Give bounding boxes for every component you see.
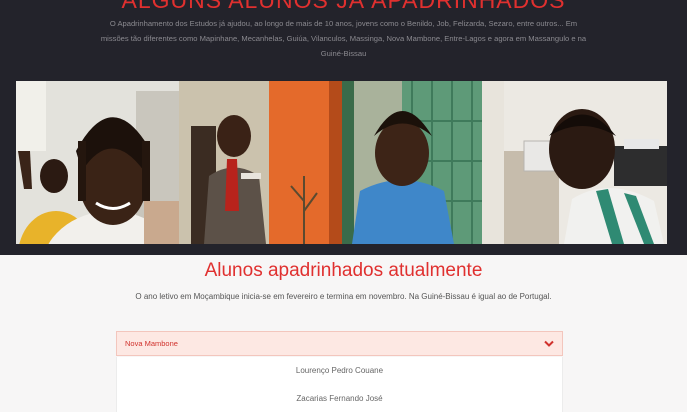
section-title: Alunos apadrinhados atualmente [204, 260, 483, 281]
accordion-header-nova-mambone[interactable]: Nova Mambone [116, 331, 563, 356]
student-name-item: Lourenço Pedro Couane [295, 366, 384, 375]
accordion-body: Lourenço Pedro Couane Zacarias Fernando … [116, 357, 563, 412]
student-photo-1 [16, 81, 179, 244]
student-photo-4 [504, 81, 667, 244]
student-photo-1-image [16, 81, 179, 244]
hero-description: O Apadrinhamento dos Estudos já ajudou, … [100, 19, 587, 58]
mission-accordion: Nova Mambone Lourenço Pedro Couane Zacar… [116, 331, 563, 412]
photo-strip [16, 81, 667, 244]
student-photo-3-image [342, 81, 504, 244]
student-photo-2 [179, 81, 342, 244]
student-photo-4-image [504, 81, 667, 244]
student-photo-3 [342, 81, 504, 244]
student-name-item: Zacarias Fernando José [296, 394, 383, 403]
current-students-section: Alunos apadrinhados atualmente O ano let… [0, 255, 687, 412]
accordion-header-label: Nova Mambone [125, 339, 178, 348]
hero-section: ALGUNS ALUNOS JÁ APADRINHADOS O Apadrinh… [0, 0, 687, 255]
section-subtitle: O ano letivo em Moçambique inicia-se em … [135, 292, 552, 301]
hero-title: ALGUNS ALUNOS JÁ APADRINHADOS [121, 0, 566, 13]
student-photo-2-image [179, 81, 342, 244]
chevron-down-icon [544, 340, 554, 347]
